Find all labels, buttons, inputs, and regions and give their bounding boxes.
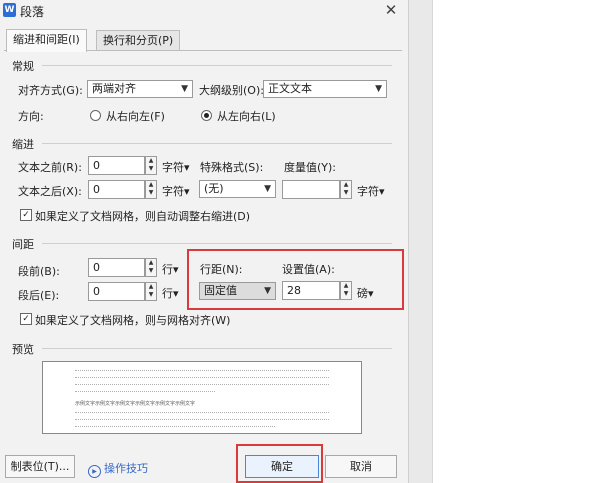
tab-stops-button[interactable]: 制表位(T)... <box>5 455 75 478</box>
paragraph-dialog: W 段落 ✕ 缩进和间距(I) 换行和分页(P) 常规 对齐方式(G): 两端对… <box>0 0 409 483</box>
measure-label: 度量值(Y): <box>284 161 337 174</box>
space-after-input[interactable]: 0 <box>88 282 145 301</box>
space-before-input[interactable]: 0 <box>88 258 145 277</box>
line-spacing-label: 行距(N): <box>200 263 243 276</box>
title-bar: W 段落 ✕ <box>0 0 408 22</box>
tab-line-page-break[interactable]: 换行和分页(P) <box>96 30 181 51</box>
outline-level-select[interactable]: 正文文本 ▼ <box>263 80 387 98</box>
space-before-stepper[interactable]: ▲ ▼ <box>145 258 157 277</box>
section-indent: 缩进 <box>12 138 34 151</box>
special-format-select[interactable]: (无) ▼ <box>199 180 276 198</box>
direction-ltr-label: 从左向右(L) <box>217 110 276 123</box>
section-divider <box>42 243 392 244</box>
document-area <box>432 0 600 483</box>
space-after-stepper[interactable]: ▲ ▼ <box>145 282 157 301</box>
ok-button[interactable]: 确定 <box>245 455 319 478</box>
direction-rtl-radio[interactable] <box>90 110 101 121</box>
indent-after-unit[interactable]: 字符▾ <box>162 183 190 199</box>
dialog-title: 段落 <box>20 5 45 19</box>
measure-stepper[interactable]: ▲ ▼ <box>340 180 352 199</box>
play-circle-icon: ▶ <box>88 465 101 478</box>
section-divider <box>42 143 392 144</box>
setting-value-unit[interactable]: 磅▾ <box>357 285 374 301</box>
close-icon[interactable]: ✕ <box>380 0 402 20</box>
chevron-down-icon: ▼ <box>264 184 271 194</box>
special-format-label: 特殊格式(S): <box>200 161 264 174</box>
preview-box: 示例文字示例文字示例文字示例文字示例文字示例文字 <box>42 361 362 434</box>
indent-grid-label: 如果定义了文档网格，则自动调整右缩进(D) <box>35 210 251 223</box>
indent-after-input[interactable]: 0 <box>88 180 145 199</box>
section-preview: 预览 <box>12 343 34 356</box>
section-general: 常规 <box>12 60 34 73</box>
indent-before-unit[interactable]: 字符▾ <box>162 159 190 175</box>
spacing-grid-label: 如果定义了文档网格，则与网格对齐(W) <box>35 314 231 327</box>
chevron-down-icon: ▼ <box>264 286 271 296</box>
indent-before-stepper[interactable]: ▲ ▼ <box>145 156 157 175</box>
cancel-button[interactable]: 取消 <box>325 455 397 478</box>
indent-before-label: 文本之前(R): <box>18 161 82 174</box>
line-spacing-select[interactable]: 固定值 ▼ <box>199 282 276 300</box>
section-divider <box>42 65 392 66</box>
setting-value-stepper[interactable]: ▲ ▼ <box>340 281 352 300</box>
tab-indent-spacing[interactable]: 缩进和间距(I) <box>6 29 87 52</box>
outline-level-label: 大纲级别(O): <box>199 84 264 97</box>
spacing-grid-checkbox[interactable]: ✓ <box>20 313 32 325</box>
direction-label: 方向: <box>18 110 44 123</box>
space-after-unit[interactable]: 行▾ <box>162 285 179 301</box>
tips-link[interactable]: ▶ 操作技巧 <box>88 460 148 478</box>
chevron-down-icon: ▼ <box>375 84 382 94</box>
section-spacing: 间距 <box>12 238 34 251</box>
section-divider <box>42 348 392 349</box>
direction-rtl-label: 从右向左(F) <box>106 110 165 123</box>
alignment-select[interactable]: 两端对齐 ▼ <box>87 80 193 98</box>
setting-value-input[interactable]: 28 <box>282 281 340 300</box>
preview-sample-text: 示例文字示例文字示例文字示例文字示例文字示例文字 <box>75 401 196 407</box>
space-after-label: 段后(E): <box>18 289 60 302</box>
setting-value-label: 设置值(A): <box>282 263 335 276</box>
space-before-label: 段前(B): <box>18 265 60 278</box>
chevron-down-icon: ▼ <box>181 84 188 94</box>
indent-after-label: 文本之后(X): <box>18 185 82 198</box>
direction-ltr-radio[interactable] <box>201 110 212 121</box>
indent-grid-checkbox[interactable]: ✓ <box>20 209 32 221</box>
measure-input[interactable] <box>282 180 340 199</box>
wps-app-icon: W <box>3 3 16 17</box>
indent-before-input[interactable]: 0 <box>88 156 145 175</box>
indent-after-stepper[interactable]: ▲ ▼ <box>145 180 157 199</box>
space-before-unit[interactable]: 行▾ <box>162 261 179 277</box>
measure-unit[interactable]: 字符▾ <box>357 183 385 199</box>
alignment-label: 对齐方式(G): <box>18 84 83 97</box>
